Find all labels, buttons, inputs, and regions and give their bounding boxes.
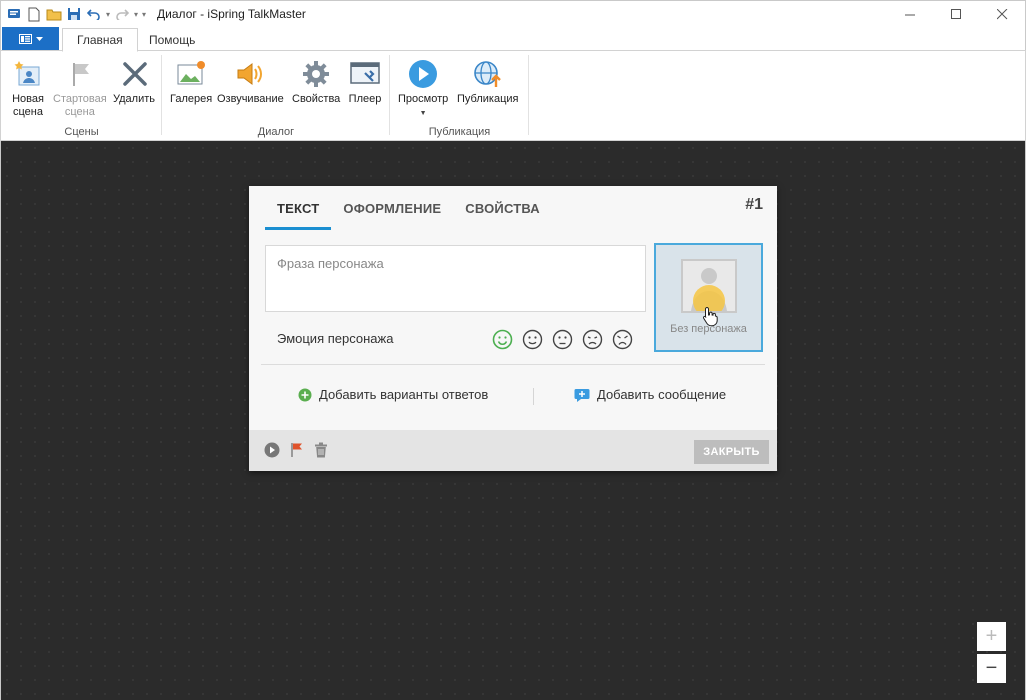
add-message-button[interactable]: Добавить сообщение xyxy=(574,387,726,402)
ribbon-group-dialog: Галерея Озвучивание Свойства Плеер Диало… xyxy=(162,51,390,141)
tab-text[interactable]: ТЕКСТ xyxy=(265,186,332,230)
emotion-label: Эмоция персонажа xyxy=(277,331,394,346)
card-number: #1 xyxy=(745,196,763,213)
emotion-sad-icon[interactable] xyxy=(552,329,573,350)
character-selector[interactable]: Без персонажа xyxy=(654,243,763,352)
close-card-button[interactable]: ЗАКРЫТЬ xyxy=(694,440,769,464)
start-scene-label-1: Стартовая xyxy=(53,93,107,105)
trash-icon[interactable] xyxy=(314,442,328,458)
tab-properties[interactable]: СВОЙСТВА xyxy=(453,186,552,230)
gallery-icon xyxy=(174,57,208,91)
save-icon[interactable] xyxy=(65,5,83,23)
tab-design[interactable]: ОФОРМЛЕНИЕ xyxy=(331,186,453,230)
start-scene-label-2: сцена xyxy=(64,106,95,118)
ribbon: Новая сцена Стартовая сцена Удалить Сцен… xyxy=(0,50,1026,141)
emotion-upset-icon[interactable] xyxy=(582,329,603,350)
add-message-label: Добавить сообщение xyxy=(597,387,727,402)
message-card[interactable]: ТЕКСТ ОФОРМЛЕНИЕ СВОЙСТВА #1 Фраза персо… xyxy=(249,186,777,471)
preview-dropdown-icon[interactable]: ▼ xyxy=(420,107,427,120)
card-footer: ЗАКРЫТЬ xyxy=(249,430,777,471)
player-label: Плеер xyxy=(348,93,382,105)
file-menu-button[interactable] xyxy=(2,27,59,50)
flag-icon[interactable] xyxy=(290,442,304,458)
close-window-button[interactable] xyxy=(979,1,1025,28)
window-title: Диалог - iSpring TalkMaster xyxy=(157,7,306,21)
player-button[interactable]: Плеер xyxy=(348,57,382,106)
ribbon-separator xyxy=(528,55,529,135)
window-border xyxy=(0,141,1,700)
gallery-button[interactable]: Галерея xyxy=(170,57,212,106)
ribbon-group-scenes: Новая сцена Стартовая сцена Удалить Сцен… xyxy=(1,51,162,141)
new-scene-icon xyxy=(11,57,45,91)
group-label-dialog: Диалог xyxy=(257,126,295,138)
maximize-button[interactable] xyxy=(933,1,979,28)
new-file-icon[interactable] xyxy=(25,5,43,23)
hand-cursor-icon xyxy=(702,306,718,329)
add-plus-icon xyxy=(298,388,312,401)
customize-toolbar-icon[interactable]: ▾ xyxy=(142,10,146,19)
character-placeholder xyxy=(681,259,737,313)
divider xyxy=(533,388,534,405)
emotion-picker xyxy=(492,329,633,350)
undo-icon[interactable] xyxy=(85,5,103,23)
preview-button[interactable]: Просмотр ▼ xyxy=(398,57,448,120)
emotion-happy-icon[interactable] xyxy=(492,329,513,350)
publish-button[interactable]: Публикация xyxy=(457,57,518,106)
emotion-neutral-icon[interactable] xyxy=(522,329,543,350)
app-icon[interactable] xyxy=(5,5,23,23)
delete-scene-label: Удалить xyxy=(113,93,155,105)
speaker-icon xyxy=(233,57,267,91)
zoom-in-button[interactable]: + xyxy=(977,622,1006,651)
zoom-controls: + − xyxy=(977,622,1006,683)
start-flag-icon xyxy=(63,57,97,91)
publish-label: Публикация xyxy=(457,93,519,105)
new-scene-label-2: сцена xyxy=(13,106,43,118)
play-icon[interactable] xyxy=(264,442,280,458)
zoom-out-button[interactable]: − xyxy=(977,654,1006,683)
player-icon xyxy=(348,57,382,91)
play-icon xyxy=(406,57,440,91)
card-tabs: ТЕКСТ ОФОРМЛЕНИЕ СВОЙСТВА xyxy=(265,186,552,230)
add-answers-label: Добавить варианты ответов xyxy=(319,387,489,402)
undo-dropdown-icon[interactable]: ▾ xyxy=(106,10,110,19)
start-scene-button: Стартовая сцена xyxy=(53,57,107,119)
quick-access-toolbar: ▾ ▾ ▾ xyxy=(1,5,147,23)
voiceover-button[interactable]: Озвучивание xyxy=(217,57,284,106)
delete-scene-button[interactable]: Удалить xyxy=(113,57,155,106)
gallery-label: Галерея xyxy=(170,93,213,105)
redo-dropdown-icon: ▾ xyxy=(134,9,139,19)
add-message-icon xyxy=(574,388,590,402)
gear-icon xyxy=(299,57,333,91)
group-label-publish: Публикация xyxy=(428,126,491,138)
ribbon-group-publish: Просмотр ▼ Публикация Публикация xyxy=(390,51,529,141)
ribbon-tabs: Главная Помощь xyxy=(0,27,1026,52)
tab-home[interactable]: Главная xyxy=(62,28,138,52)
properties-label: Свойства xyxy=(292,93,341,105)
new-scene-label-1: Новая xyxy=(12,93,44,105)
globe-publish-icon xyxy=(471,57,505,91)
title-bar: ▾ ▾ ▾ Диалог - iSpring TalkMaster xyxy=(0,0,1026,27)
delete-x-icon xyxy=(117,57,151,91)
add-answers-button[interactable]: Добавить варианты ответов xyxy=(298,387,488,402)
person-silhouette-icon xyxy=(691,268,727,311)
redo-icon xyxy=(113,5,131,23)
phrase-input[interactable]: Фраза персонажа xyxy=(265,245,646,312)
minimize-button[interactable] xyxy=(887,1,933,28)
voiceover-label: Озвучивание xyxy=(217,93,284,105)
properties-button[interactable]: Свойства xyxy=(292,57,340,106)
emotion-angry-icon[interactable] xyxy=(612,329,633,350)
divider xyxy=(261,364,765,365)
new-scene-button[interactable]: Новая сцена xyxy=(11,57,45,119)
open-folder-icon[interactable] xyxy=(45,5,63,23)
tab-help[interactable]: Помощь xyxy=(135,28,209,52)
group-label-scenes: Сцены xyxy=(64,126,99,138)
preview-label: Просмотр xyxy=(398,93,449,105)
